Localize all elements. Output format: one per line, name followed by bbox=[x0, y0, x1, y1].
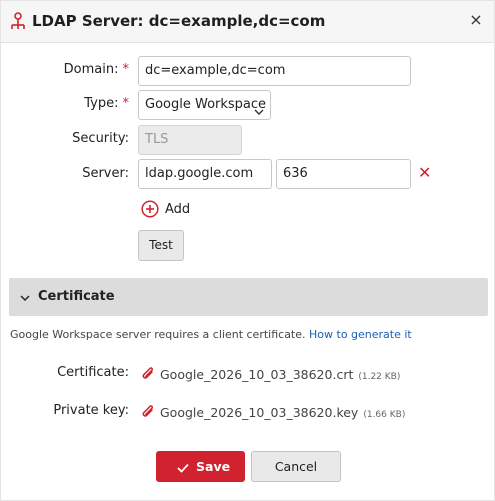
required-marker: * bbox=[122, 62, 130, 77]
paperclip-icon bbox=[141, 366, 155, 382]
dialog-titlebar: LDAP Server: dc=example,dc=com × bbox=[1, 1, 494, 43]
dialog-title: LDAP Server: dc=example,dc=com bbox=[32, 12, 326, 30]
certificate-file-text: Google_2026_10_03_38620.crt bbox=[160, 367, 354, 382]
type-select[interactable]: Google Workspace bbox=[138, 90, 271, 120]
certificate-file-size: (1.22 KB) bbox=[358, 372, 401, 382]
check-icon bbox=[177, 461, 189, 473]
save-label: Save bbox=[196, 459, 231, 474]
domain-label-text: Domain: bbox=[63, 62, 119, 77]
server-host-input[interactable]: ldap.google.com bbox=[138, 159, 272, 189]
type-select-value: Google Workspace bbox=[145, 97, 267, 112]
server-port-input[interactable]: 636 bbox=[276, 159, 411, 189]
chevron-down-icon bbox=[20, 292, 30, 302]
close-icon[interactable]: × bbox=[467, 11, 485, 29]
cancel-button[interactable]: Cancel bbox=[251, 451, 341, 482]
private-key-label: Private key: bbox=[53, 403, 129, 418]
add-label: Add bbox=[165, 202, 191, 217]
domain-label: Domain: * bbox=[31, 62, 129, 77]
info-text: Google Workspace server requires a clien… bbox=[10, 328, 306, 341]
chevron-down-icon bbox=[254, 100, 264, 115]
server-label: Server: bbox=[82, 166, 129, 181]
security-field: TLS bbox=[138, 125, 242, 155]
security-label: Security: bbox=[72, 131, 129, 146]
add-circle-icon bbox=[141, 200, 159, 218]
private-key-file-size: (1.66 KB) bbox=[363, 410, 406, 420]
required-marker: * bbox=[122, 96, 130, 111]
paperclip-icon bbox=[141, 404, 155, 420]
ldap-server-dialog: LDAP Server: dc=example,dc=com × Domain:… bbox=[0, 0, 495, 501]
ldap-server-icon bbox=[11, 12, 25, 30]
domain-input[interactable]: dc=example,dc=com bbox=[138, 56, 411, 86]
private-key-file-name: Google_2026_10_03_38620.key (1.66 KB) bbox=[160, 405, 405, 420]
save-button[interactable]: Save bbox=[156, 451, 245, 482]
private-key-file-text: Google_2026_10_03_38620.key bbox=[160, 405, 359, 420]
certificate-info: Google Workspace server requires a clien… bbox=[10, 328, 412, 341]
section-title: Certificate bbox=[38, 289, 115, 304]
certificate-label: Certificate: bbox=[57, 365, 129, 380]
type-label: Type: * bbox=[31, 96, 129, 111]
remove-server-icon[interactable]: ✕ bbox=[418, 165, 431, 181]
certificate-file-name: Google_2026_10_03_38620.crt (1.22 KB) bbox=[160, 367, 400, 382]
certificate-section-header[interactable]: Certificate bbox=[9, 278, 488, 316]
test-button[interactable]: Test bbox=[138, 230, 184, 261]
type-label-text: Type: bbox=[84, 96, 119, 111]
how-to-generate-link[interactable]: How to generate it bbox=[309, 328, 412, 341]
